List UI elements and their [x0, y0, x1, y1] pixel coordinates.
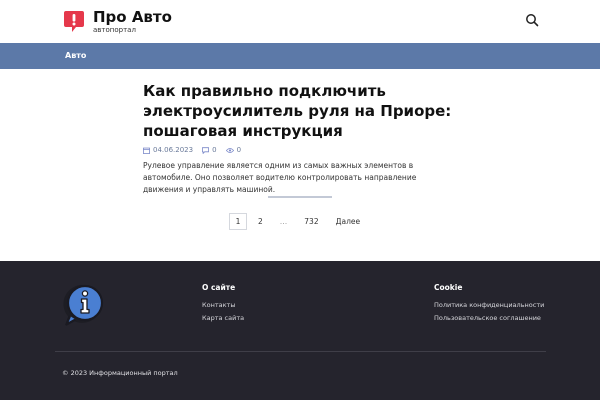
info-bubble-icon: [63, 284, 104, 326]
site-subtitle: автопортал: [93, 26, 136, 34]
footer-col-about-title: О сайте: [202, 283, 236, 292]
meta-views: 0: [225, 146, 242, 154]
pagination: 1 2 … 732 Далее: [229, 212, 371, 230]
footer-col-cookie-title: Cookie: [434, 283, 463, 292]
eye-icon: [225, 147, 234, 153]
article-meta: 04.06.2023 0 0: [143, 145, 250, 155]
footer-col-cookie: Cookie Политика конфиденциальности Польз…: [434, 283, 544, 327]
views-count: 0: [236, 146, 242, 154]
comments-count: 0: [212, 146, 217, 154]
article-title[interactable]: Как правильно подключить электроусилител…: [143, 81, 453, 141]
page-link-2[interactable]: 2: [252, 213, 269, 230]
page-current: 1: [229, 212, 247, 230]
site-title[interactable]: Про Авто: [93, 8, 172, 26]
article-excerpt: Рулевое управление является одним из сам…: [143, 161, 417, 194]
page-ellipsis: …: [279, 216, 288, 226]
main-nav: Авто: [0, 43, 600, 69]
footer-link-terms[interactable]: Пользовательское соглашение: [434, 314, 544, 322]
page-next[interactable]: Далее: [330, 213, 366, 230]
comment-icon: [202, 146, 210, 154]
footer-link-sitemap[interactable]: Карта сайта: [202, 314, 244, 322]
date-text: 04.06.2023: [153, 146, 194, 154]
calendar-icon: [143, 147, 150, 154]
footer-col-about: О сайте Контакты Карта сайта: [202, 283, 244, 327]
site-header: Про Авто автопортал: [0, 0, 600, 43]
copyright: © 2023 Информационный портал: [62, 369, 178, 377]
footer-divider: [55, 351, 546, 352]
nav-item-auto[interactable]: Авто: [65, 51, 86, 60]
meta-comments[interactable]: 0: [202, 146, 217, 154]
search-icon[interactable]: [525, 13, 539, 27]
content-divider: [268, 196, 332, 198]
alert-bubble-icon[interactable]: [62, 9, 86, 33]
site-footer: О сайте Контакты Карта сайта Cookie Поли…: [0, 261, 600, 400]
meta-date: 04.06.2023: [143, 146, 193, 154]
footer-link-contacts[interactable]: Контакты: [202, 301, 244, 309]
footer-link-privacy[interactable]: Политика конфиденциальности: [434, 301, 544, 309]
page-link-last[interactable]: 732: [298, 213, 324, 230]
